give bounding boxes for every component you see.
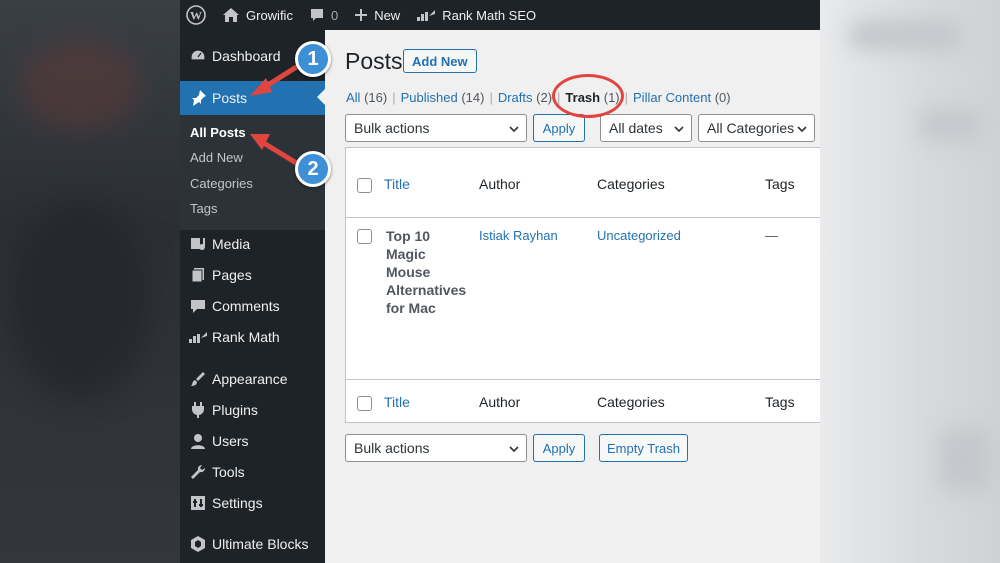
trash-highlight-circle <box>552 74 624 118</box>
chevron-down-icon <box>797 126 807 133</box>
post-status-filters: All (16) | Published (14) | Drafts (2) | Trash… <box>346 90 731 105</box>
menu-rank-math[interactable]: Rank Math <box>180 321 325 353</box>
menu-pages[interactable]: Pages <box>180 259 325 291</box>
date-filter-select[interactable]: All dates <box>600 114 692 142</box>
new-content-link[interactable]: New <box>346 0 408 30</box>
column-tags-footer: Tags <box>765 394 795 410</box>
menu-plugins[interactable]: Plugins <box>180 394 325 426</box>
posts-table: Title Author Categories Tags Top 10 Magi… <box>345 147 820 423</box>
user-icon <box>188 431 208 451</box>
chevron-down-icon <box>509 446 519 453</box>
chevron-down-icon <box>509 126 519 133</box>
plus-icon <box>354 8 368 22</box>
apply-button-bottom[interactable]: Apply <box>533 434 585 462</box>
rank-math-icon <box>416 8 436 22</box>
menu-label: Tools <box>212 464 245 480</box>
column-tags: Tags <box>765 176 795 192</box>
menu-label: Rank Math <box>212 329 280 345</box>
step-badge-2: 2 <box>295 151 331 187</box>
column-categories: Categories <box>597 176 665 192</box>
add-new-button[interactable]: Add New <box>403 49 477 73</box>
category-filter-value: All Categories <box>707 120 795 136</box>
menu-label: Plugins <box>212 402 258 418</box>
menu-appearance[interactable]: Appearance <box>180 363 325 395</box>
row-checkbox[interactable] <box>357 229 372 244</box>
submenu-tags[interactable]: Tags <box>190 201 217 216</box>
media-icon <box>188 234 208 254</box>
comment-icon <box>188 296 208 316</box>
column-author-footer: Author <box>479 394 521 410</box>
empty-trash-button[interactable]: Empty Trash <box>599 434 688 462</box>
bulk-actions-select-bottom[interactable]: Bulk actions <box>345 434 527 462</box>
menu-label: Appearance <box>212 371 288 387</box>
post-category[interactable]: Uncategorized <box>597 228 681 243</box>
select-all-checkbox[interactable] <box>357 178 372 193</box>
menu-media[interactable]: Media <box>180 228 325 260</box>
menu-label: Pages <box>212 267 252 283</box>
select-all-checkbox-footer[interactable] <box>357 396 372 411</box>
menu-label: Users <box>212 433 249 449</box>
bulk-actions-value: Bulk actions <box>354 440 430 456</box>
site-name-link[interactable]: Growific <box>216 0 301 30</box>
blurred-backdrop-right <box>820 0 1000 563</box>
comment-bubble-icon <box>309 7 325 23</box>
submenu-categories[interactable]: Categories <box>190 176 253 191</box>
column-author: Author <box>479 176 521 192</box>
step-badge-1: 1 <box>295 41 331 77</box>
svg-text:W: W <box>190 9 202 23</box>
post-author[interactable]: Istiak Rayhan <box>479 228 558 243</box>
wordpress-logo-icon[interactable]: W <box>180 0 216 30</box>
menu-label: Ultimate Blocks <box>212 536 309 552</box>
bulk-actions-value: Bulk actions <box>354 120 430 136</box>
rankmath-icon <box>188 327 208 347</box>
apply-button-top[interactable]: Apply <box>533 114 585 142</box>
column-categories-footer: Categories <box>597 394 665 410</box>
home-icon <box>222 7 240 23</box>
chevron-down-icon <box>674 126 684 133</box>
menu-users[interactable]: Users <box>180 425 325 457</box>
pages-icon <box>188 265 208 285</box>
site-name: Growific <box>246 7 293 23</box>
filter-all[interactable]: All (16) <box>346 90 387 105</box>
column-title-sort-footer[interactable]: Title <box>384 394 410 410</box>
brush-icon <box>188 369 208 389</box>
category-filter-select[interactable]: All Categories <box>698 114 815 142</box>
table-footer: Title Author Categories Tags <box>346 379 820 423</box>
new-label: New <box>374 7 401 23</box>
filter-pillar-content[interactable]: Pillar Content (0) <box>633 90 731 105</box>
admin-bar: W Growific 0 New Rank Math SEO <box>180 0 820 30</box>
blocks-icon <box>188 534 208 554</box>
menu-comments[interactable]: Comments <box>180 290 325 322</box>
submenu-all-posts[interactable]: All Posts <box>190 125 246 140</box>
column-title-sort[interactable]: Title <box>384 176 410 192</box>
filter-drafts[interactable]: Drafts (2) <box>498 90 552 105</box>
dashboard-icon <box>188 46 208 66</box>
comments-link[interactable]: 0 <box>301 0 346 30</box>
pin-icon <box>188 88 208 108</box>
rank-math-seo-link[interactable]: Rank Math SEO <box>408 0 544 30</box>
menu-tools[interactable]: Tools <box>180 456 325 488</box>
page-title: Posts <box>345 48 403 74</box>
filter-published[interactable]: Published (14) <box>401 90 485 105</box>
menu-settings[interactable]: Settings <box>180 487 325 519</box>
date-filter-value: All dates <box>609 120 663 136</box>
post-title[interactable]: Top 10 Magic Mouse Alternatives for Mac <box>386 227 466 317</box>
submenu-add-new[interactable]: Add New <box>190 150 243 165</box>
menu-label: Comments <box>212 298 280 314</box>
menu-label: Settings <box>212 495 263 511</box>
menu-ultimate-blocks[interactable]: Ultimate Blocks <box>180 528 325 560</box>
rank-math-seo-label: Rank Math SEO <box>442 7 537 23</box>
settings-icon <box>188 493 208 513</box>
blurred-backdrop-left <box>0 0 180 563</box>
post-tags: — <box>765 228 778 243</box>
wrench-icon <box>188 462 208 482</box>
menu-label: Media <box>212 236 251 252</box>
table-header: Title Author Categories Tags <box>346 148 820 218</box>
bulk-actions-select-top[interactable]: Bulk actions <box>345 114 527 142</box>
comments-count: 0 <box>330 7 339 23</box>
plug-icon <box>188 400 208 420</box>
